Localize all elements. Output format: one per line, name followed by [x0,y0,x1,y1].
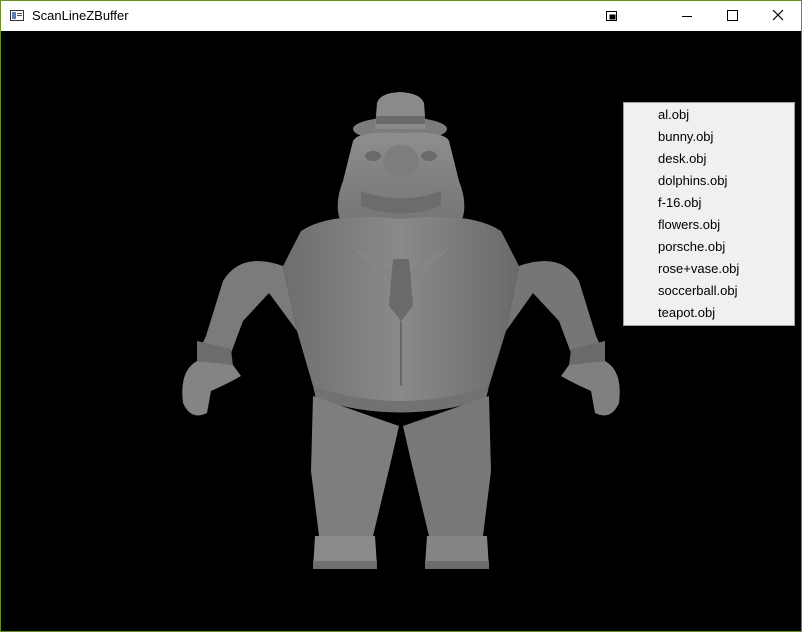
title-bar[interactable]: ScanLineZBuffer [1,1,801,31]
render-viewport[interactable]: al.obj bunny.obj desk.obj dolphins.obj f… [1,31,801,631]
menu-item-label: al.obj [658,107,690,122]
model-legs [311,396,491,569]
menu-item-bunny[interactable]: bunny.obj [624,126,794,148]
minimize-icon [682,16,692,17]
app-window: ScanLineZBuffer al.obj bunny.obj desk.ob… [0,0,802,632]
menu-item-rose-vase[interactable]: rose+vase.obj [624,258,794,280]
close-icon [772,9,784,21]
model-right-arm [506,261,620,416]
model-torso [283,216,519,413]
menu-item-al[interactable]: al.obj [624,104,794,126]
menu-item-dolphins[interactable]: dolphins.obj [624,170,794,192]
window-title: ScanLineZBuffer [32,8,129,23]
menu-item-label: desk.obj [658,151,707,166]
maximize-icon [727,10,738,21]
restore-layout-button[interactable] [589,1,635,31]
menu-item-label: bunny.obj [658,129,714,144]
restore-layout-icon [606,11,617,21]
menu-item-label: f-16.obj [658,195,702,210]
menu-item-soccerball[interactable]: soccerball.obj [624,280,794,302]
menu-item-label: porsche.obj [658,239,726,254]
menu-item-label: rose+vase.obj [658,261,740,276]
menu-item-f-16[interactable]: f-16.obj [624,192,794,214]
menu-item-label: flowers.obj [658,217,721,232]
model-file-menu: al.obj bunny.obj desk.obj dolphins.obj f… [623,102,795,326]
model-left-arm [182,261,297,416]
menu-item-porsche[interactable]: porsche.obj [624,236,794,258]
menu-item-teapot[interactable]: teapot.obj [624,302,794,324]
minimize-button[interactable] [664,1,710,31]
menu-item-label: soccerball.obj [658,283,738,298]
menu-item-desk[interactable]: desk.obj [624,148,794,170]
menu-item-label: teapot.obj [658,305,716,320]
app-icon [10,10,24,21]
menu-item-flowers[interactable]: flowers.obj [624,214,794,236]
maximize-button[interactable] [710,1,756,31]
close-button[interactable] [755,1,801,31]
menu-item-label: dolphins.obj [658,173,728,188]
